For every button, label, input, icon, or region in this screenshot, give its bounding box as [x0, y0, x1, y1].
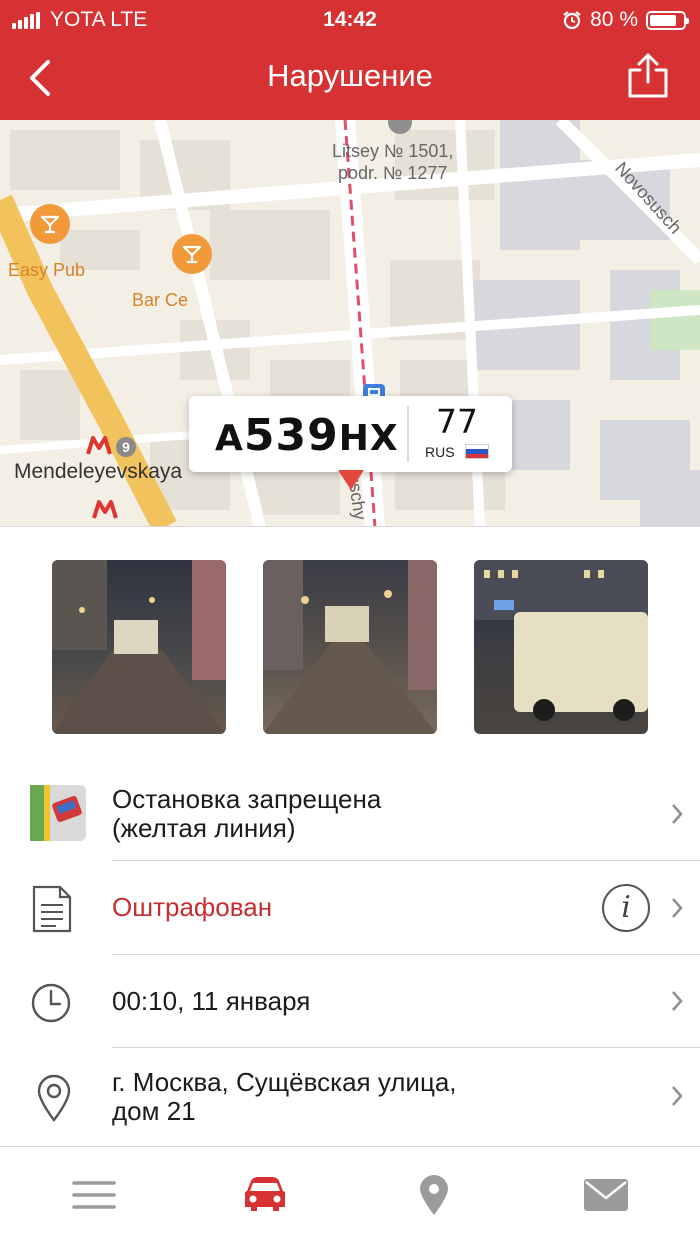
map-label-school: Litsey № 1501, podr. № 1277	[332, 141, 454, 183]
license-plate-callout[interactable]: А539НХ 77 RUS	[189, 396, 512, 472]
mail-icon	[584, 1179, 628, 1211]
poi-bar[interactable]	[172, 234, 212, 274]
info-button[interactable]: i	[602, 884, 650, 932]
map-pin-icon	[338, 470, 364, 490]
plate-divider	[407, 406, 409, 462]
plate-region: 77	[436, 402, 478, 441]
info-icon: i	[621, 890, 631, 925]
tab-bar	[0, 1146, 700, 1244]
battery-percent: 80 %	[590, 8, 638, 31]
clock-icon	[31, 983, 71, 1023]
tab-mail[interactable]	[582, 1175, 630, 1215]
chevron-right-icon	[672, 804, 683, 824]
metro-icon	[92, 500, 118, 519]
location-pin-icon	[37, 1074, 71, 1122]
plate-letters: НХ	[338, 418, 399, 459]
battery-icon	[646, 10, 689, 30]
chevron-right-icon	[672, 991, 683, 1011]
fine-status: Оштрафован	[112, 892, 273, 922]
metro-icon	[86, 436, 112, 455]
tab-menu[interactable]	[70, 1175, 118, 1215]
poi-label-easy-pub: Easy Pub	[8, 260, 86, 280]
chevron-right-icon	[672, 1086, 683, 1106]
metro-line-badge: 9	[116, 437, 136, 457]
no-stopping-yellow-line-icon	[30, 785, 86, 841]
plate-letter-1: А	[215, 418, 244, 459]
page-title: Нарушение	[267, 58, 433, 93]
status-bar: YOTA LTE 14:42 80 %	[0, 0, 700, 38]
photo-thumbnail-3[interactable]	[474, 560, 648, 734]
violation-address: г. Москва, Сущёвская улица, дом 21	[112, 1067, 457, 1126]
plate-digits: 539	[243, 410, 339, 461]
poi-label-bar: Bar Ce	[132, 290, 189, 310]
violation-datetime: 00:10, 11 января	[112, 986, 311, 1016]
map-view[interactable]: Litsey № 1501, podr. № 1277 Novosusch Su…	[0, 120, 700, 527]
location-pin-icon	[420, 1175, 448, 1215]
address-row[interactable]: г. Москва, Сущёвская улица, дом 21	[0, 1048, 700, 1146]
chevron-right-icon	[672, 898, 683, 918]
car-icon	[245, 1177, 285, 1211]
cocktail-icon	[40, 215, 60, 234]
app-header: YOTA LTE 14:42 80 % Нарушение	[0, 0, 700, 120]
tab-car[interactable]	[241, 1175, 289, 1215]
photo-thumbnail-1[interactable]	[52, 560, 226, 734]
share-button[interactable]	[626, 52, 670, 100]
photo-thumbnail-2[interactable]	[263, 560, 437, 734]
violation-type-row[interactable]: Остановка запрещена (желтая линия)	[0, 767, 700, 861]
violation-type: Остановка запрещена (желтая линия)	[112, 784, 382, 843]
plate-country: RUS	[425, 444, 455, 460]
alarm-icon	[563, 11, 581, 30]
poi-easy-pub[interactable]	[30, 204, 70, 244]
photo-gallery	[0, 527, 700, 767]
metro-station-label: Mendeleyevskaya	[14, 460, 183, 483]
cocktail-icon	[182, 245, 202, 264]
document-icon	[32, 885, 72, 933]
russia-flag-icon	[465, 444, 489, 459]
datetime-row[interactable]: 00:10, 11 января	[0, 955, 700, 1048]
tab-location[interactable]	[410, 1175, 458, 1215]
share-icon	[628, 53, 668, 98]
plate-number: А539НХ	[215, 410, 399, 461]
menu-icon	[72, 1181, 116, 1209]
status-row[interactable]: Оштрафован i	[0, 861, 700, 955]
